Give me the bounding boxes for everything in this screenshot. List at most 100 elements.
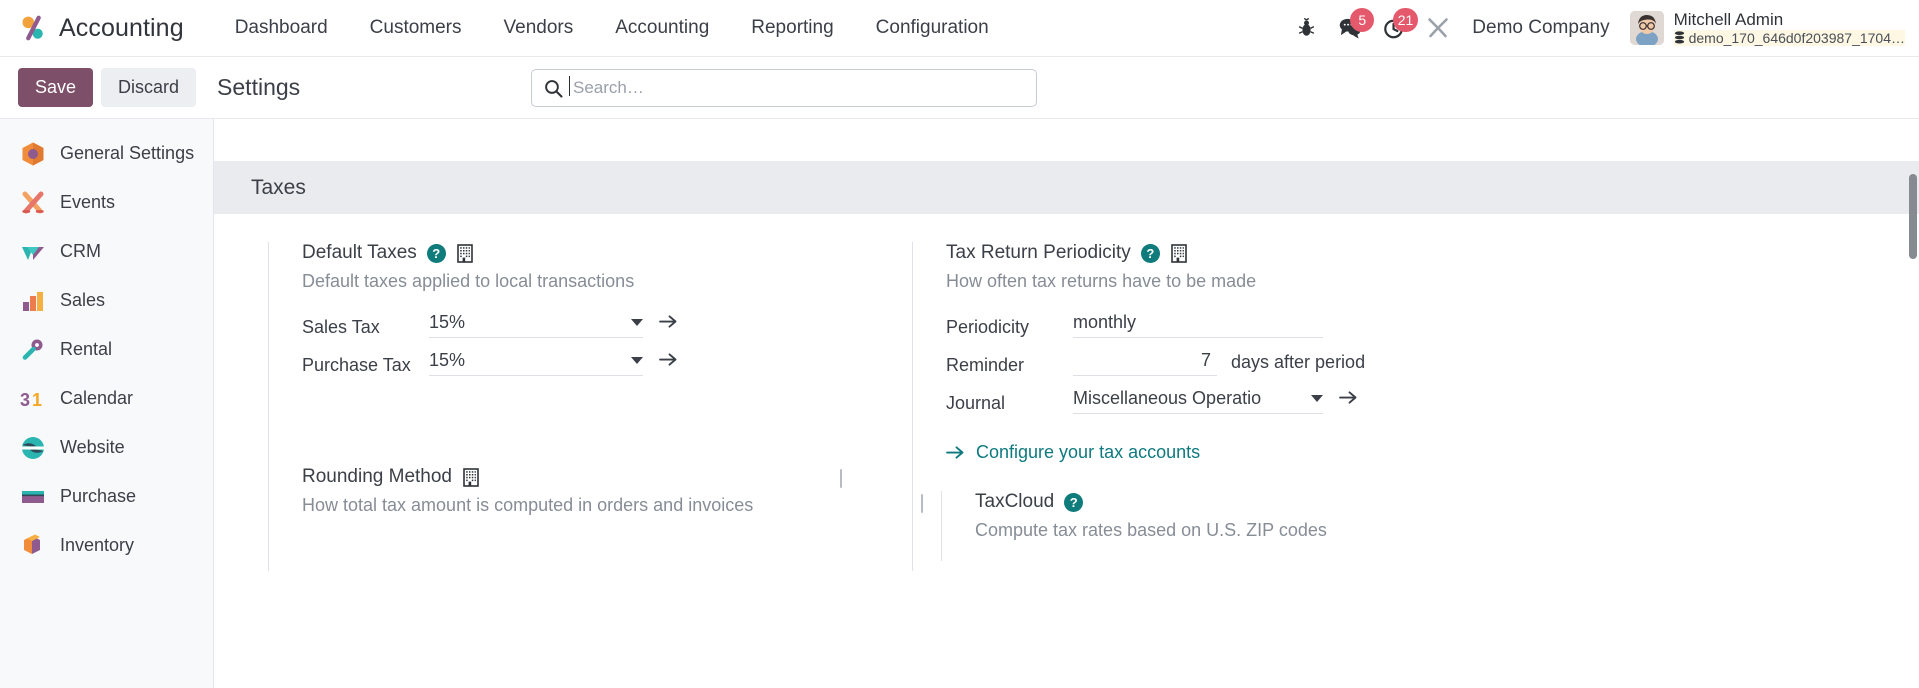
activities-button[interactable]: 21 [1372, 6, 1419, 50]
search-icon [545, 79, 563, 98]
messages-badge: 5 [1350, 8, 1375, 32]
menu-item-reporting[interactable]: Reporting [730, 11, 854, 45]
setting-default-taxes: Default Taxes ? Default taxes applied to… [302, 242, 848, 378]
app-brand[interactable]: Accounting [18, 13, 184, 43]
sidebar-label: Calendar [60, 388, 134, 408]
menu-item-accounting[interactable]: Accounting [594, 11, 730, 45]
page-shell: General Settings Events CRM Sales Rental… [0, 119, 1919, 688]
odoo-accounting-logo-icon [22, 15, 43, 41]
content-scrollbar[interactable] [1906, 119, 1919, 688]
field-label: Purchase Tax [302, 355, 411, 376]
tax-periodicity-title-row: Tax Return Periodicity ? [946, 242, 1492, 264]
settings-column-right: Tax Return Periodicity ? How often tax r… [912, 242, 1492, 572]
company-scope-icon[interactable] [462, 467, 480, 487]
database-label: demo_170_646d0f203987_1704… [1688, 29, 1905, 46]
default-taxes-title-row: Default Taxes ? [302, 242, 848, 264]
menu-item-dashboard[interactable]: Dashboard [214, 11, 349, 45]
settings-grid: Default Taxes ? Default taxes applied to… [214, 214, 1919, 572]
arrow-right-icon [946, 446, 964, 459]
top-navbar: Accounting Dashboard Customers Vendors A… [0, 0, 1919, 57]
wrench-icon [1428, 18, 1449, 38]
sidebar-item-sales[interactable]: Sales [0, 276, 213, 325]
menu-item-customers[interactable]: Customers [349, 11, 483, 45]
page-title: Settings [217, 74, 301, 100]
setting-tax-return-periodicity: Tax Return Periodicity ? How often tax r… [946, 242, 1492, 463]
taxcloud-checkbox[interactable] [921, 494, 923, 514]
setting-title: Rounding Method [302, 466, 452, 488]
company-scope-icon[interactable] [1170, 243, 1188, 263]
settings-column-left: Default Taxes ? Default taxes applied to… [268, 242, 848, 572]
help-icon[interactable]: ? [1140, 243, 1160, 263]
setting-taxcloud: TaxCloud ? Compute tax rates based on U.… [913, 491, 1492, 562]
menu-item-vendors[interactable]: Vendors [483, 11, 595, 45]
website-icon [21, 436, 45, 459]
debug-bug-button[interactable] [1284, 6, 1328, 50]
link-label: Configure your tax accounts [976, 442, 1201, 463]
settings-content: Taxes Default Taxes ? Default taxes appl… [214, 119, 1919, 688]
help-icon[interactable]: ? [1064, 492, 1084, 512]
company-scope-icon[interactable] [456, 243, 474, 263]
sidebar-item-rental[interactable]: Rental [0, 325, 213, 374]
sidebar-item-general-settings[interactable]: General Settings [0, 129, 213, 178]
field-sales-tax: Sales Tax 15% [302, 312, 848, 340]
purchase-icon [22, 490, 44, 503]
general-settings-icon [22, 142, 44, 165]
scrollbar-thumb[interactable] [1909, 174, 1917, 259]
discard-button[interactable]: Discard [101, 68, 197, 107]
configure-tax-accounts-link[interactable]: Configure your tax accounts [946, 442, 1492, 463]
arrow-right-icon [659, 353, 677, 366]
events-icon [22, 191, 44, 213]
sidebar-item-inventory[interactable]: Inventory [0, 521, 213, 570]
setting-subtitle: How total tax amount is computed in orde… [302, 495, 754, 516]
field-value: monthly [1073, 312, 1137, 332]
field-label: Journal [946, 393, 1006, 414]
setting-title: Tax Return Periodicity [946, 242, 1131, 263]
sales-tax-select[interactable]: 15% [429, 312, 643, 338]
svg-text:1: 1 [32, 390, 42, 410]
setting-title: TaxCloud [975, 491, 1055, 513]
company-switcher[interactable]: Demo Company [1460, 17, 1625, 39]
tools-button[interactable] [1416, 6, 1460, 50]
messages-button[interactable]: 5 [1328, 6, 1375, 50]
search-input[interactable]: Search… [531, 69, 1037, 107]
chevron-down-icon[interactable] [631, 357, 643, 365]
help-icon[interactable]: ? [426, 243, 446, 263]
sidebar-item-crm[interactable]: CRM [0, 227, 213, 276]
sidebar-item-events[interactable]: Events [0, 178, 213, 227]
menu-item-configuration[interactable]: Configuration [855, 11, 1010, 45]
crm-icon [22, 246, 44, 260]
journal-internal-link[interactable] [1339, 388, 1358, 410]
reminder-input[interactable]: 7 [1073, 350, 1217, 377]
field-reminder: Reminder 7 days after period [946, 350, 1492, 378]
sidebar-label: Sales [60, 290, 106, 310]
navbar-right: 5 21 Demo Company Mitchell Admin demo_17… [1284, 6, 1905, 50]
chevron-down-icon[interactable] [1311, 395, 1323, 403]
purchase-tax-select[interactable]: 15% [429, 350, 643, 377]
sidebar-item-purchase[interactable]: Purchase [0, 472, 213, 521]
rounding-method-checkbox[interactable] [840, 469, 842, 489]
setting-subtitle: How often tax returns have to be made [946, 271, 1257, 291]
periodicity-select[interactable]: monthly [1073, 312, 1323, 338]
save-button[interactable]: Save [18, 68, 94, 107]
settings-sidebar: General Settings Events CRM Sales Rental… [0, 119, 214, 688]
purchase-tax-internal-link[interactable] [659, 350, 678, 372]
arrow-right-icon [659, 315, 677, 328]
sales-tax-internal-link[interactable] [659, 312, 678, 334]
database-icon [1674, 31, 1684, 44]
chevron-down-icon[interactable] [631, 319, 643, 326]
field-journal: Journal Miscellaneous Operatio [946, 388, 1492, 416]
field-value: 15% [429, 350, 466, 371]
rounding-method-title-row: Rounding Method [302, 466, 822, 488]
control-panel: Save Discard Settings Search… [0, 57, 1919, 119]
journal-select[interactable]: Miscellaneous Operatio [1073, 388, 1323, 415]
field-label: Sales Tax [302, 317, 380, 337]
field-value: Miscellaneous Operatio [1073, 388, 1262, 409]
svg-text:3: 3 [20, 390, 30, 410]
taxcloud-title-row: TaxCloud ? [975, 491, 1492, 513]
setting-subtitle: Default taxes applied to local transacti… [302, 271, 635, 291]
sidebar-item-website[interactable]: Website [0, 423, 213, 472]
sidebar-item-calendar[interactable]: 3 1 Calendar [0, 374, 213, 423]
user-menu[interactable]: Mitchell Admin demo_170_646d0f203987_170… [1626, 10, 1905, 46]
avatar [1629, 10, 1664, 45]
field-periodicity: Periodicity monthly [946, 312, 1492, 340]
